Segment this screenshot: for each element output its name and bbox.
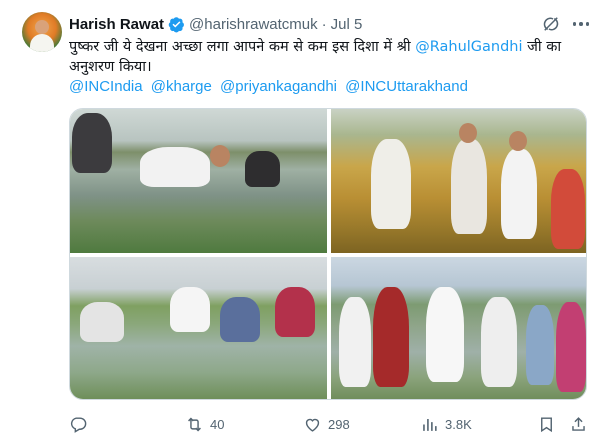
- share-button[interactable]: [569, 412, 588, 436]
- mention-tags: @INCIndia @kharge @priyankagandhi @INCUt…: [69, 78, 472, 95]
- author-name[interactable]: Harish Rawat: [69, 16, 164, 33]
- photo-wheat-harvest[interactable]: [331, 109, 586, 253]
- avatar-figure-body: [30, 34, 54, 52]
- like-count: 298: [328, 416, 350, 432]
- photo-figure: [481, 297, 517, 387]
- retweet-count: 40: [210, 416, 225, 432]
- tweet-header: Harish Rawat @harishrawatcmuk · Jul 5: [69, 14, 362, 34]
- views-button[interactable]: 3.8K: [420, 412, 472, 436]
- photo-figure: [371, 139, 411, 229]
- photo-figure: [551, 169, 585, 249]
- photo-rice-planting-1[interactable]: [70, 109, 327, 253]
- reply-icon: [70, 416, 87, 433]
- photo-figure: [245, 151, 280, 187]
- retweet-button[interactable]: 40: [185, 412, 224, 436]
- header-separator: ·: [321, 15, 327, 33]
- photo-figure: [170, 287, 210, 332]
- photo-figure-head: [509, 131, 527, 151]
- more-icon[interactable]: [571, 14, 591, 34]
- tweet-card[interactable]: Harish Rawat @harishrawatcmuk · Jul 5 पु…: [0, 0, 604, 445]
- photo-figure: [426, 287, 464, 382]
- bookmark-icon: [541, 416, 552, 432]
- photo-figure: [339, 297, 371, 387]
- photo-figure: [501, 149, 537, 239]
- photo-figure: [275, 287, 315, 337]
- photo-figure: [451, 139, 487, 234]
- photo-figure: [140, 147, 210, 187]
- avatar-figure-face: [35, 20, 49, 34]
- photo-figure: [526, 305, 554, 385]
- author-handle[interactable]: @harishrawatcmuk: [189, 16, 318, 33]
- photo-figure-head: [459, 123, 477, 143]
- like-icon: [305, 418, 320, 432]
- photo-figure: [556, 302, 586, 392]
- verified-badge-icon: [168, 16, 184, 32]
- grok-icon[interactable]: [541, 14, 561, 34]
- mention-tag[interactable]: @priyankagandhi: [220, 78, 337, 95]
- tweet-date[interactable]: Jul 5: [331, 16, 363, 33]
- retweet-icon: [188, 417, 201, 431]
- tweet-text: पुष्कर जी ये देखना अच्छा लगा आपने कम से …: [69, 37, 589, 77]
- photo-figure: [72, 113, 112, 173]
- bookmark-button[interactable]: [537, 412, 556, 436]
- author-avatar[interactable]: [22, 12, 62, 52]
- mention-tag[interactable]: @INCIndia: [69, 78, 143, 95]
- photo-rice-planting-2[interactable]: [70, 257, 327, 399]
- tweet-text-part1: पुष्कर जी ये देखना अच्छा लगा आपने कम से …: [69, 39, 416, 55]
- action-bar: 40 298 3.8K: [69, 412, 589, 436]
- photo-group-in-field[interactable]: [331, 257, 586, 399]
- mention-tag[interactable]: @INCUttarakhand: [345, 78, 468, 95]
- mention-tag[interactable]: @kharge: [151, 78, 212, 95]
- mention-link[interactable]: @RahulGandhi: [415, 39, 522, 55]
- photo-figure-head: [210, 145, 230, 167]
- share-icon: [572, 416, 585, 431]
- reply-button[interactable]: [69, 412, 94, 436]
- views-count: 3.8K: [445, 416, 472, 432]
- like-button[interactable]: 298: [303, 412, 350, 436]
- photo-figure: [220, 297, 260, 342]
- photo-figure: [373, 287, 409, 387]
- views-icon: [423, 418, 437, 431]
- media-grid: [69, 108, 587, 400]
- photo-figure: [80, 302, 124, 342]
